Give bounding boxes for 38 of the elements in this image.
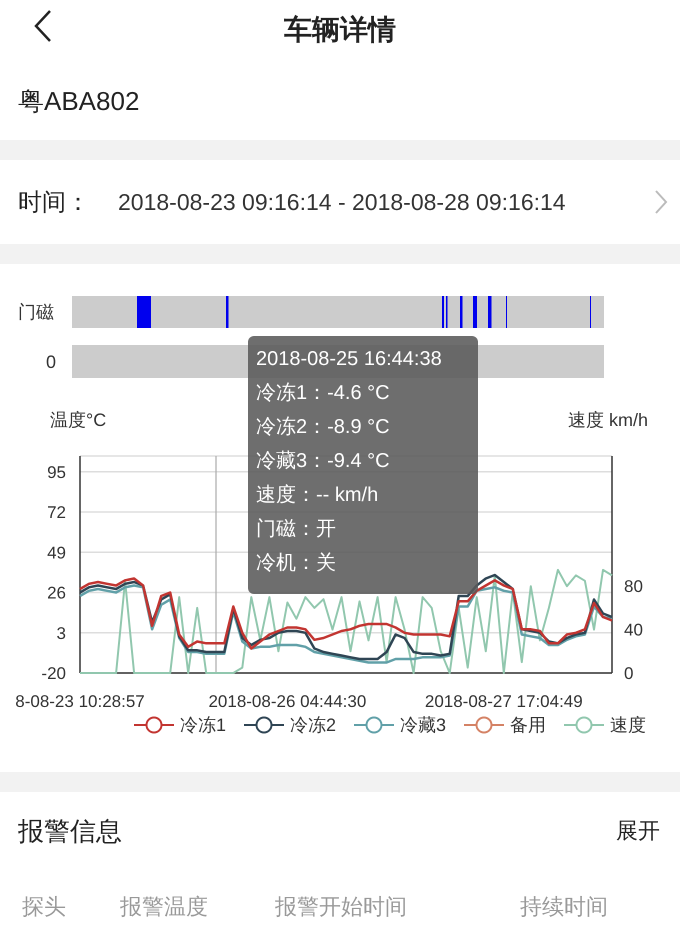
axis-title: 速度 km/h bbox=[568, 410, 648, 430]
tooltip-line: 门磁：开 bbox=[256, 517, 337, 542]
column-header: 报警开始时间 bbox=[275, 893, 408, 921]
legend-item[interactable]: 冷冻1 bbox=[134, 713, 226, 737]
y-tick-label: 80 bbox=[624, 577, 643, 596]
x-tick-label: 2018-08-27 17:04:49 bbox=[424, 692, 583, 711]
legend-item[interactable]: 冷冻2 bbox=[244, 713, 336, 737]
y-tick-label: 95 bbox=[47, 462, 66, 482]
plate-number: 粤ABA802 bbox=[17, 85, 140, 118]
x-tick-label: 8-08-23 10:28:57 bbox=[15, 692, 145, 711]
legend-item[interactable]: 速度 bbox=[564, 713, 646, 737]
tooltip-line: 冷藏3：-9.4 °C bbox=[256, 449, 391, 474]
column-header: 探头 bbox=[22, 893, 67, 921]
column-header: 持续时间 bbox=[520, 893, 609, 921]
legend-item[interactable]: 冷藏3 bbox=[354, 713, 446, 737]
axis-title: 温度°C bbox=[50, 410, 106, 430]
time-range[interactable]: 2018-08-23 09:16:14 - 2018-08-28 09:16:14 bbox=[118, 188, 654, 216]
tooltip-line: 冷冻2：-8.9 °C bbox=[256, 415, 391, 440]
y-tick-label: -20 bbox=[41, 664, 66, 683]
y-tick-label: 26 bbox=[47, 584, 66, 602]
y-tick-label: 0 bbox=[624, 664, 634, 683]
legend-item[interactable]: 备用 bbox=[464, 713, 546, 737]
y-tick-label: 72 bbox=[47, 503, 66, 522]
tooltip-line: 速度：-- km/h bbox=[256, 483, 380, 508]
tooltip-line: 冷冻1：-4.6 °C bbox=[256, 381, 391, 406]
door-label: 门磁 bbox=[18, 302, 54, 322]
tooltip-line: 冷机：关 bbox=[256, 551, 337, 576]
expand-button[interactable]: 展开 bbox=[616, 816, 660, 846]
y-tick-label: 40 bbox=[624, 620, 643, 640]
y-tick-label: 3 bbox=[56, 624, 66, 643]
column-header: 报警温度 bbox=[120, 893, 209, 921]
x-tick-label: 2018-08-26 04:44:30 bbox=[208, 692, 366, 711]
section-title: 报警信息 bbox=[18, 814, 122, 848]
y-tick-label: 49 bbox=[47, 543, 66, 562]
row-label: 0 bbox=[46, 352, 56, 372]
time-label: 时间： bbox=[18, 188, 91, 218]
page-title: 车辆详情 bbox=[284, 13, 396, 47]
tooltip-time: 2018-08-25 16:44:38 bbox=[256, 347, 443, 372]
